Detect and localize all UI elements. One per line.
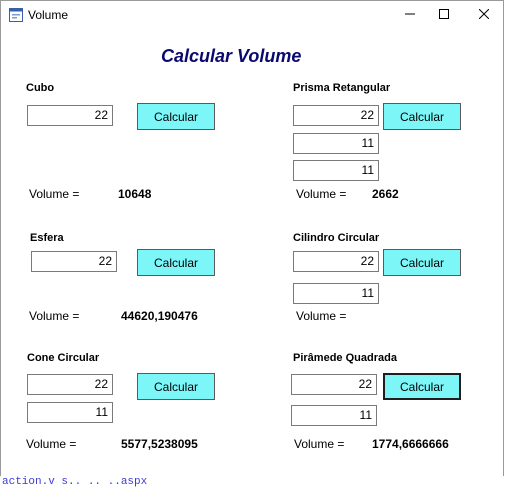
close-icon <box>478 6 490 24</box>
piramide-label: Pirâmede Quadrada <box>293 352 397 364</box>
esfera-radius-input[interactable]: 22 <box>31 251 117 272</box>
piramide-volume-value: 1774,6666666 <box>372 437 449 451</box>
piramide-calcular-button[interactable]: Calcular <box>383 373 461 400</box>
cilindro-label: Cilindro Circular <box>293 232 380 244</box>
esfera-volume-value: 44620,190476 <box>121 309 198 323</box>
prisma-length-input[interactable]: 22 <box>293 105 379 126</box>
esfera-calcular-button[interactable]: Calcular <box>137 249 215 276</box>
prisma-volume-value: 2662 <box>372 187 399 201</box>
title-bar[interactable]: Volume <box>1 1 503 29</box>
cone-label: Cone Circular <box>27 352 100 364</box>
minimize-icon <box>405 6 415 24</box>
cilindro-radius-input[interactable]: 22 <box>293 251 379 272</box>
prisma-volume-label: Volume = <box>296 187 347 201</box>
cubo-side-input[interactable]: 22 <box>27 105 113 126</box>
piramide-height-input[interactable]: 11 <box>291 405 377 426</box>
cilindro-volume-label: Volume = <box>296 309 347 323</box>
window-title: Volume <box>28 8 69 22</box>
cubo-calcular-button[interactable]: Calcular <box>137 103 215 130</box>
piramide-side-input[interactable]: 22 <box>291 374 377 395</box>
prisma-label: Prisma Retangular <box>293 82 391 94</box>
esfera-volume-label: Volume = <box>29 309 80 323</box>
cubo-volume-label: Volume = <box>29 187 80 201</box>
esfera-label: Esfera <box>30 232 64 244</box>
piramide-volume-label: Volume = <box>294 437 345 451</box>
maximize-icon <box>439 6 449 24</box>
cone-volume-value: 5577,5238095 <box>121 437 198 451</box>
form-heading: Calcular Volume <box>161 46 302 66</box>
app-window: Volume Calcular Volume Cubo 22 Calcular … <box>0 0 504 477</box>
cone-volume-label: Volume = <box>26 437 77 451</box>
form-icon <box>9 8 23 22</box>
cone-height-input[interactable]: 11 <box>27 402 113 423</box>
close-button[interactable] <box>461 1 506 29</box>
cone-calcular-button[interactable]: Calcular <box>137 373 215 400</box>
prisma-calcular-button[interactable]: Calcular <box>383 103 461 130</box>
prisma-width-input[interactable]: 11 <box>293 133 379 154</box>
prisma-height-input[interactable]: 11 <box>293 160 379 181</box>
cubo-volume-value: 10648 <box>118 187 152 201</box>
cubo-label: Cubo <box>26 82 55 94</box>
cilindro-calcular-button[interactable]: Calcular <box>383 249 461 276</box>
cone-radius-input[interactable]: 22 <box>27 374 113 395</box>
cilindro-height-input[interactable]: 11 <box>293 283 379 304</box>
background-editor-text: action.v s.. .. ..aspx <box>0 476 506 489</box>
